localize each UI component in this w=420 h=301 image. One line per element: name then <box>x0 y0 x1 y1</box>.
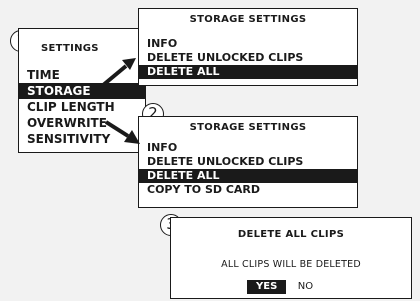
settings-item-clip-length[interactable]: CLIP LENGTH <box>19 99 145 115</box>
storage-settings-list-b: INFO DELETE UNLOCKED CLIPS DELETE ALL CO… <box>139 141 357 197</box>
dialog-title: DELETE ALL CLIPS <box>237 229 345 240</box>
storage-b-item-delete-all[interactable]: DELETE ALL <box>139 169 357 183</box>
storage-a-item-info[interactable]: INFO <box>139 37 357 51</box>
storage-settings-title-b: STORAGE SETTINGS <box>189 122 307 133</box>
storage-settings-menu-b: STORAGE SETTINGS INFO DELETE UNLOCKED CL… <box>138 116 358 208</box>
arrow-to-storage-menu-icon <box>100 58 136 88</box>
storage-settings-title-a: STORAGE SETTINGS <box>189 14 307 25</box>
storage-a-item-delete-all[interactable]: DELETE ALL <box>139 65 357 79</box>
yes-button[interactable]: YES <box>247 280 287 294</box>
arrow-to-storage-menu-b-icon <box>104 120 140 144</box>
storage-settings-list-a: INFO DELETE UNLOCKED CLIPS DELETE ALL <box>139 37 357 79</box>
storage-settings-menu-a: STORAGE SETTINGS INFO DELETE UNLOCKED CL… <box>138 8 358 86</box>
delete-all-clips-dialog: DELETE ALL CLIPS ALL CLIPS WILL BE DELET… <box>170 217 412 299</box>
settings-menu-title: SETTINGS <box>41 43 99 54</box>
storage-b-item-delete-unlocked[interactable]: DELETE UNLOCKED CLIPS <box>139 155 357 169</box>
storage-b-item-info[interactable]: INFO <box>139 141 357 155</box>
no-button[interactable]: NO <box>290 280 321 294</box>
storage-a-item-delete-unlocked[interactable]: DELETE UNLOCKED CLIPS <box>139 51 357 65</box>
storage-b-item-copy-to-sd[interactable]: COPY TO SD CARD <box>139 183 357 197</box>
dialog-choices: YES NO <box>247 280 321 294</box>
dialog-message: ALL CLIPS WILL BE DELETED <box>221 259 361 270</box>
